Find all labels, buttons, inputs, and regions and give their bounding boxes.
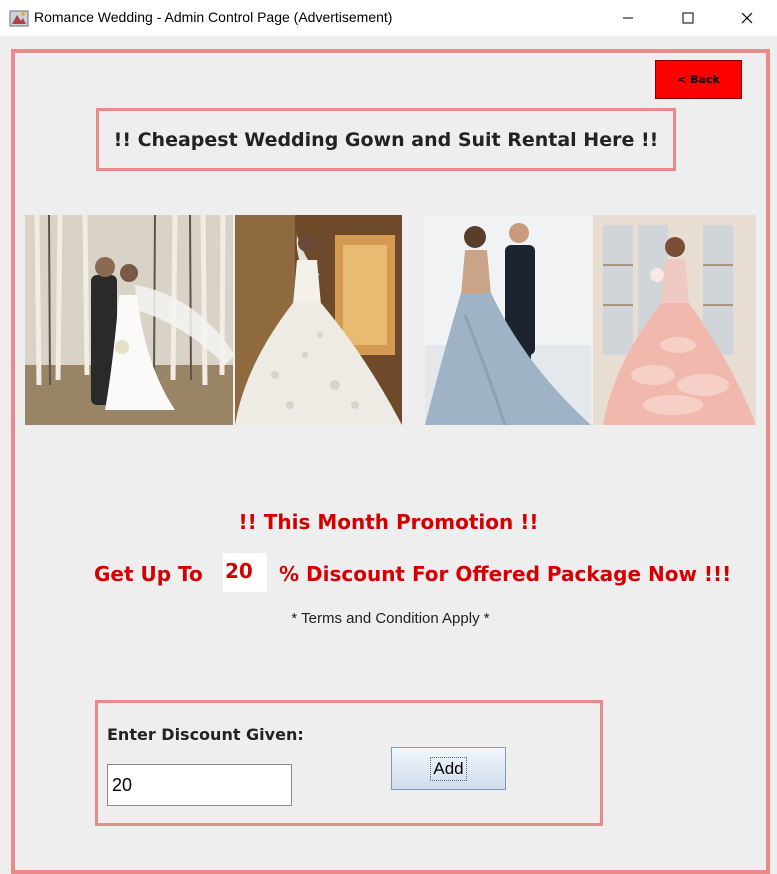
promotion-suffix: % Discount For Offered Package Now !!! [279,562,732,586]
back-button[interactable]: < Back [655,60,742,99]
minimize-icon [623,17,633,19]
maximize-icon [682,12,694,24]
blue-gown-couple-photo [425,215,591,425]
promotion-title: !! This Month Promotion !! [238,510,539,534]
terms-notice: * Terms and Condition Apply * [291,610,490,627]
discount-input[interactable] [107,764,292,806]
headline-banner: !! Cheapest Wedding Gown and Suit Rental… [96,108,676,171]
close-icon [741,12,753,24]
discount-label: Enter Discount Given: [107,725,304,744]
promotion-prefix: Get Up To [94,562,203,586]
close-button[interactable] [724,0,770,36]
discount-value-display: 20 [223,553,267,592]
maximize-button[interactable] [665,0,711,36]
discount-input-panel [95,700,603,826]
gallery-photo-3 [425,215,591,425]
add-button-label: Add [430,756,467,781]
couple-forest-photo [25,215,233,425]
pink-ruffle-gown-photo [593,215,756,425]
add-button[interactable]: Add [391,747,506,790]
lace-ballgown-photo [235,215,402,425]
minimize-button[interactable] [605,0,651,36]
app-icon [9,10,29,27]
gallery-photo-4 [593,215,756,425]
gallery-photo-2 [235,215,402,425]
title-bar: Romance Wedding - Admin Control Page (Ad… [0,0,777,36]
headline-text: !! Cheapest Wedding Gown and Suit Rental… [113,128,659,151]
gallery-photo-1 [25,215,233,425]
window-title: Romance Wedding - Admin Control Page (Ad… [34,9,393,25]
